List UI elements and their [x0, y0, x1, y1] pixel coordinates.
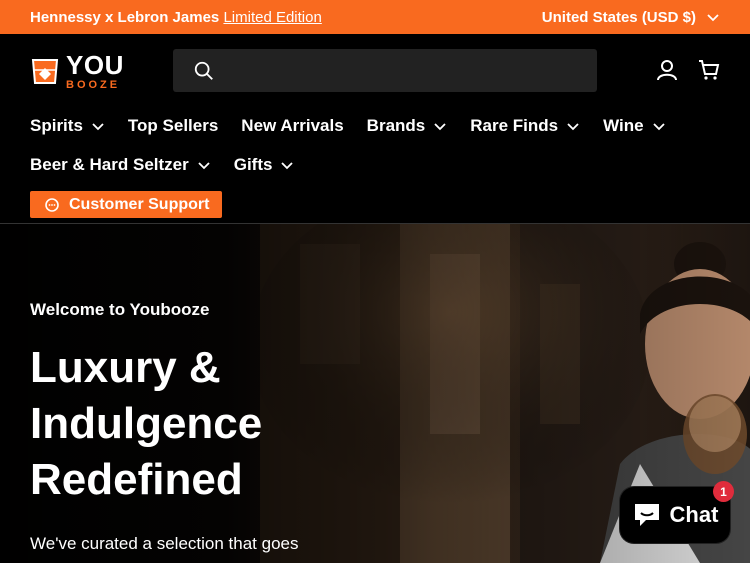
- chevron-down-icon: [652, 123, 665, 131]
- nav-item-wine[interactable]: Wine: [603, 116, 665, 136]
- customer-support-button[interactable]: Customer Support: [30, 191, 222, 218]
- nav-row: Beer & Hard Seltzer Gifts: [30, 151, 720, 179]
- search-bar[interactable]: [173, 49, 597, 92]
- nav-row: Spirits Top Sellers New Arrivals Brands Rare…: [30, 112, 720, 140]
- site-header: YOU BOOZE Spirits Top Sellers New Arrivals…: [0, 34, 750, 224]
- chat-label: Chat: [669, 502, 719, 527]
- chevron-down-icon: [434, 123, 446, 131]
- nav-item-new-arrivals[interactable]: New Arrivals: [241, 116, 343, 136]
- nav-item-label: Beer & Hard Seltzer: [30, 155, 189, 174]
- logo-subtext: BOOZE: [66, 78, 121, 91]
- chat-notification-badge: 1: [713, 481, 734, 502]
- nav-item-brands[interactable]: Brands: [367, 116, 448, 136]
- site-logo[interactable]: YOU BOOZE: [30, 51, 130, 91]
- nav-item-rare-finds[interactable]: Rare Finds: [470, 116, 580, 136]
- nav-item-label: Brands: [366, 116, 426, 135]
- chevron-down-icon: [198, 162, 210, 170]
- chevron-down-icon: [281, 162, 294, 170]
- cart-icon[interactable]: [697, 58, 721, 82]
- hero-description: We've curated a selection that goes beyo…: [30, 534, 299, 563]
- promo-text: Hennessy x Lebron James Limited Edition: [30, 9, 322, 26]
- chat-icon: [634, 504, 659, 526]
- nav-item-label: Spirits: [30, 116, 83, 135]
- logo-text: YOU: [66, 49, 124, 80]
- glass-logo-icon: [31, 59, 59, 84]
- nav-item-beer-hard-seltzer[interactable]: Beer & Hard Seltzer: [30, 155, 211, 175]
- nav-item-label: Rare Finds: [470, 116, 559, 135]
- announcement-bar: Hennessy x Lebron James Limited Edition …: [0, 0, 750, 34]
- nav-item-label: Top Sellers: [127, 116, 219, 135]
- chevron-down-icon: [567, 123, 579, 131]
- nav-item-label: Gifts: [233, 155, 273, 174]
- search-icon: [194, 61, 213, 80]
- chat-bubble-icon: [45, 197, 59, 212]
- nav-item-spirits[interactable]: Spirits: [30, 116, 105, 136]
- chevron-down-icon: [707, 14, 719, 22]
- chevron-down-icon: [92, 123, 104, 131]
- region-selector[interactable]: United States (USD $): [542, 9, 720, 26]
- hero-eyebrow: Welcome to Youbooze: [30, 300, 210, 319]
- promo-title: Hennessy x Lebron James: [30, 8, 220, 26]
- hero-title: Luxury & Indulgence Redefined: [30, 343, 263, 504]
- account-icon[interactable]: [655, 58, 679, 82]
- nav-item-gifts[interactable]: Gifts: [234, 155, 295, 175]
- promo-link[interactable]: Limited Edition: [223, 9, 321, 26]
- region-label: United States (USD $): [541, 8, 696, 26]
- nav-item-top-sellers[interactable]: Top Sellers: [128, 116, 218, 136]
- main-nav: Spirits Top Sellers New Arrivals Brands Rare…: [30, 112, 720, 190]
- customer-support-label: Customer Support: [69, 195, 210, 213]
- nav-item-label: Wine: [603, 116, 644, 135]
- nav-item-label: New Arrivals: [241, 116, 344, 135]
- search-input[interactable]: [225, 62, 585, 79]
